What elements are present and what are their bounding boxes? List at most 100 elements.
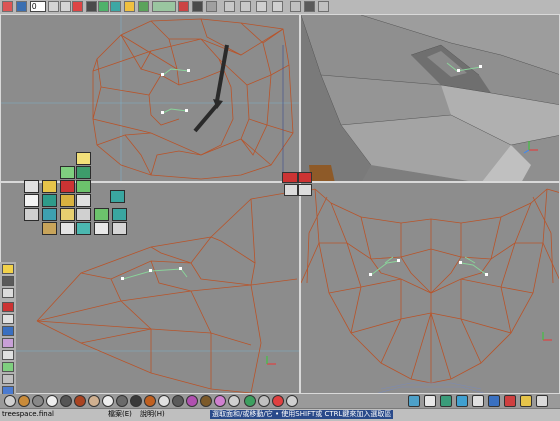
nav-pan-icon[interactable]: [440, 395, 452, 407]
dark-material-icon[interactable]: [60, 395, 72, 407]
menu-file[interactable]: 檔案(E): [108, 410, 132, 419]
cube-tool-icon[interactable]: [24, 180, 39, 193]
vertex-select-icon[interactable]: [76, 166, 91, 179]
boolean-icon[interactable]: [60, 222, 75, 235]
align-icon[interactable]: [94, 222, 109, 235]
move-icon[interactable]: [2, 288, 14, 298]
cube-icon[interactable]: [138, 1, 149, 12]
texture-icon[interactable]: [2, 350, 14, 360]
library-icon[interactable]: [4, 395, 16, 407]
nav-plane-icon[interactable]: [424, 395, 436, 407]
bevel-icon[interactable]: [178, 1, 189, 12]
nav-reset-icon[interactable]: [536, 395, 548, 407]
delete-face-icon[interactable]: [60, 180, 75, 193]
viewport-top-right[interactable]: [300, 14, 560, 182]
shaded-model-perspective: [301, 15, 559, 181]
camera-tool-icon[interactable]: [2, 276, 14, 286]
cylinder-icon[interactable]: [192, 1, 203, 12]
pink-material-icon[interactable]: [214, 395, 226, 407]
terrain-icon[interactable]: [2, 362, 14, 372]
black-material-icon[interactable]: [130, 395, 142, 407]
light-icon[interactable]: [2, 326, 14, 336]
grid-icon[interactable]: [86, 1, 97, 12]
white-material-icon[interactable]: [46, 395, 58, 407]
library-bar: [0, 394, 300, 408]
object-icon[interactable]: [2, 264, 14, 274]
eye-icon[interactable]: [224, 1, 235, 12]
morph-icon[interactable]: [42, 222, 57, 235]
viewport-bottom-right[interactable]: [300, 182, 560, 394]
sculpt-icon[interactable]: [24, 208, 39, 221]
left-palette: [0, 262, 16, 408]
skin-material-icon[interactable]: [88, 395, 100, 407]
rotate-icon[interactable]: [2, 302, 14, 312]
nav-fly-icon[interactable]: [520, 395, 532, 407]
nav-zoom-icon[interactable]: [472, 395, 484, 407]
camera-icon[interactable]: [290, 1, 301, 12]
merge-icon[interactable]: [76, 194, 91, 207]
animation-icon[interactable]: [2, 374, 14, 384]
uv-icon[interactable]: [112, 208, 127, 221]
lathe-icon[interactable]: [206, 1, 217, 12]
rust-material-icon[interactable]: [74, 395, 86, 407]
silver-material-icon[interactable]: [158, 395, 170, 407]
step-forward-icon[interactable]: [60, 1, 71, 12]
scale-icon[interactable]: [2, 314, 14, 324]
face-select-icon[interactable]: [76, 152, 91, 165]
stone-material-icon[interactable]: [32, 395, 44, 407]
extrude-icon[interactable]: [42, 180, 57, 193]
step-back-icon[interactable]: [48, 1, 59, 12]
tube-icon[interactable]: [60, 208, 75, 221]
trash-icon[interactable]: [318, 1, 329, 12]
edge-select-icon[interactable]: [60, 166, 75, 179]
torus-icon[interactable]: [110, 1, 121, 12]
link-icon[interactable]: [240, 1, 251, 12]
menu-help[interactable]: 說明(H): [140, 410, 165, 419]
bridge-icon[interactable]: [110, 190, 125, 203]
top-toolbar: [0, 0, 560, 15]
smooth-icon[interactable]: [42, 208, 57, 221]
close-palette-icon[interactable]: [112, 222, 127, 235]
window-title[interactable]: treespace.final: [2, 410, 54, 419]
nav-walk-icon[interactable]: [504, 395, 516, 407]
material-icon[interactable]: [2, 338, 14, 348]
bevel-tool-icon[interactable]: [76, 180, 91, 193]
status-bar: treespace.final 檔案(E) 說明(H) 選取面和/或移動/它 •…: [0, 408, 560, 421]
wood-material-icon[interactable]: [144, 395, 156, 407]
cloud-material-icon[interactable]: [102, 395, 114, 407]
render-icon[interactable]: [304, 1, 315, 12]
marble-material-icon[interactable]: [228, 395, 240, 407]
leaf-material-icon[interactable]: [244, 395, 256, 407]
paint-icon[interactable]: [94, 208, 109, 221]
play-icon[interactable]: [72, 1, 83, 12]
mirror-tool-icon[interactable]: [76, 222, 91, 235]
record-button[interactable]: [282, 172, 298, 183]
red-material-icon[interactable]: [272, 395, 284, 407]
sphere-material-icon[interactable]: [18, 395, 30, 407]
red-cross-icon[interactable]: [2, 1, 13, 12]
skin-icon[interactable]: [76, 208, 91, 221]
sphere-icon[interactable]: [124, 1, 135, 12]
bark-material-icon[interactable]: [200, 395, 212, 407]
wire-icon[interactable]: [152, 1, 176, 12]
camera-button[interactable]: [298, 172, 312, 183]
navigation-bar: [300, 394, 560, 408]
chart-icon[interactable]: [98, 1, 109, 12]
clip-icon[interactable]: [256, 1, 267, 12]
split-icon[interactable]: [60, 194, 75, 207]
lathe-tool-icon[interactable]: [42, 194, 57, 207]
slate-material-icon[interactable]: [172, 395, 184, 407]
metal-material-icon[interactable]: [116, 395, 128, 407]
nav-cube-icon[interactable]: [408, 395, 420, 407]
nav-rotate-icon[interactable]: [456, 395, 468, 407]
nav-fit-icon[interactable]: [488, 395, 500, 407]
rewind-icon[interactable]: [16, 1, 27, 12]
viewport-swap-icon[interactable]: [298, 184, 312, 196]
mirror-icon[interactable]: [272, 1, 283, 12]
frame-input[interactable]: [30, 1, 46, 12]
viewport-layout-icon[interactable]: [284, 184, 298, 196]
glass-material-icon[interactable]: [286, 395, 298, 407]
cloth-material-icon[interactable]: [258, 395, 270, 407]
purple-material-icon[interactable]: [186, 395, 198, 407]
sweep-icon[interactable]: [24, 194, 39, 207]
